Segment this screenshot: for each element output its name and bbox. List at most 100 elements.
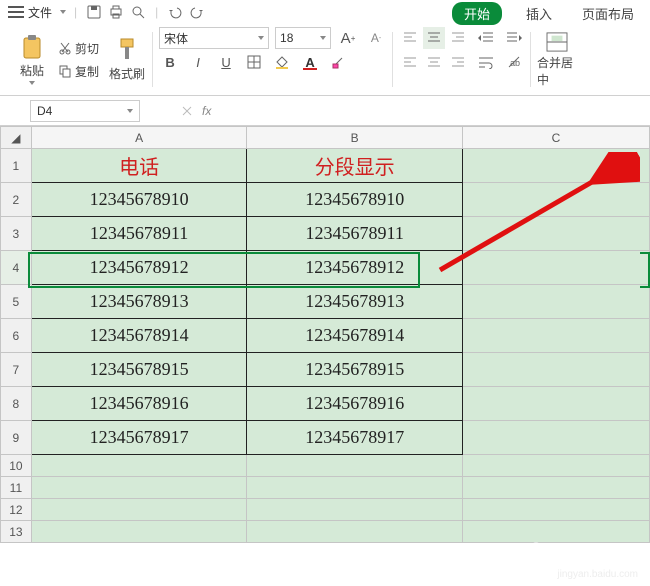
cell-C4[interactable] bbox=[462, 251, 649, 285]
clear-format-button[interactable] bbox=[327, 51, 349, 73]
cell-A2[interactable]: 12345678910 bbox=[31, 183, 247, 217]
row-header[interactable]: 2 bbox=[1, 183, 32, 217]
cell-B6[interactable]: 12345678914 bbox=[247, 319, 463, 353]
cell-C1[interactable] bbox=[462, 149, 649, 183]
column-header-B[interactable]: B bbox=[247, 127, 463, 149]
print-icon[interactable] bbox=[107, 3, 125, 21]
fill-color-button[interactable] bbox=[271, 51, 293, 73]
row-header[interactable]: 4 bbox=[1, 251, 32, 285]
chevron-down-icon[interactable] bbox=[60, 10, 66, 14]
cell-C12[interactable] bbox=[462, 499, 649, 521]
cell-A10[interactable] bbox=[31, 455, 247, 477]
cell-C9[interactable] bbox=[462, 421, 649, 455]
cell-A1[interactable]: 电话 bbox=[31, 149, 247, 183]
cell-C8[interactable] bbox=[462, 387, 649, 421]
cell-B13[interactable] bbox=[247, 521, 463, 543]
row-header[interactable]: 10 bbox=[1, 455, 32, 477]
orientation-button[interactable]: ab bbox=[503, 51, 525, 73]
row-header[interactable]: 6 bbox=[1, 319, 32, 353]
row-header[interactable]: 12 bbox=[1, 499, 32, 521]
underline-button[interactable]: U bbox=[215, 51, 237, 73]
undo-icon[interactable] bbox=[166, 3, 184, 21]
tab-insert[interactable]: 插入 bbox=[520, 2, 558, 25]
redo-icon[interactable] bbox=[188, 3, 206, 21]
wrap-text-button[interactable] bbox=[475, 51, 497, 73]
separator: | bbox=[74, 5, 77, 19]
align-top-left[interactable] bbox=[399, 27, 421, 49]
cell-B3[interactable]: 12345678911 bbox=[247, 217, 463, 251]
row-header[interactable]: 7 bbox=[1, 353, 32, 387]
increase-indent-button[interactable] bbox=[503, 27, 525, 49]
fx-label[interactable]: fx bbox=[202, 104, 211, 118]
cell-A7[interactable]: 12345678915 bbox=[31, 353, 247, 387]
cell-B1[interactable]: 分段显示 bbox=[247, 149, 463, 183]
copy-icon bbox=[58, 64, 72, 78]
align-top-center[interactable] bbox=[423, 27, 445, 49]
cell-B12[interactable] bbox=[247, 499, 463, 521]
cell-B8[interactable]: 12345678916 bbox=[247, 387, 463, 421]
cell-C3[interactable] bbox=[462, 217, 649, 251]
row-header[interactable]: 8 bbox=[1, 387, 32, 421]
cell-A9[interactable]: 12345678917 bbox=[31, 421, 247, 455]
print-preview-icon[interactable] bbox=[129, 3, 147, 21]
bold-button[interactable]: B bbox=[159, 51, 181, 73]
cell-C7[interactable] bbox=[462, 353, 649, 387]
cell-B4[interactable]: 12345678912 bbox=[247, 251, 463, 285]
increase-font-button[interactable]: A+ bbox=[337, 27, 359, 49]
paste-button[interactable]: 粘贴 bbox=[12, 32, 52, 88]
file-menu[interactable]: 文件 bbox=[28, 4, 52, 21]
cell-B10[interactable] bbox=[247, 455, 463, 477]
cell-A3[interactable]: 12345678911 bbox=[31, 217, 247, 251]
spreadsheet[interactable]: ◢ A B C 1 电话 分段显示 2123456789101234567891… bbox=[0, 126, 650, 586]
cell-C6[interactable] bbox=[462, 319, 649, 353]
cell-B9[interactable]: 12345678917 bbox=[247, 421, 463, 455]
hamburger-icon[interactable] bbox=[8, 6, 24, 18]
name-box[interactable]: D4 bbox=[30, 100, 140, 122]
decrease-font-button[interactable]: A- bbox=[365, 27, 387, 49]
font-color-button[interactable]: A bbox=[299, 51, 321, 73]
align-center[interactable] bbox=[423, 51, 445, 73]
align-right[interactable] bbox=[447, 51, 469, 73]
cell-A11[interactable] bbox=[31, 477, 247, 499]
save-icon[interactable] bbox=[85, 3, 103, 21]
merge-center-button[interactable]: 合并居中 bbox=[537, 32, 577, 88]
tab-start[interactable]: 开始 bbox=[452, 2, 502, 25]
cell-C10[interactable] bbox=[462, 455, 649, 477]
cell-A4[interactable]: 12345678912 bbox=[31, 251, 247, 285]
column-header-A[interactable]: A bbox=[31, 127, 247, 149]
cell-B11[interactable] bbox=[247, 477, 463, 499]
cell-B5[interactable]: 12345678913 bbox=[247, 285, 463, 319]
row-header[interactable]: 11 bbox=[1, 477, 32, 499]
italic-button[interactable]: I bbox=[187, 51, 209, 73]
cell-B2[interactable]: 12345678910 bbox=[247, 183, 463, 217]
cell-C2[interactable] bbox=[462, 183, 649, 217]
select-all-corner[interactable]: ◢ bbox=[1, 127, 32, 149]
row-header[interactable]: 9 bbox=[1, 421, 32, 455]
cell-C11[interactable] bbox=[462, 477, 649, 499]
cell-C13[interactable] bbox=[462, 521, 649, 543]
decrease-indent-button[interactable] bbox=[475, 27, 497, 49]
copy-button[interactable]: 复制 bbox=[54, 61, 103, 82]
cancel-icon[interactable] bbox=[180, 104, 194, 118]
cell-B7[interactable]: 12345678915 bbox=[247, 353, 463, 387]
align-top-right[interactable] bbox=[447, 27, 469, 49]
row-header[interactable]: 13 bbox=[1, 521, 32, 543]
cell-A5[interactable]: 12345678913 bbox=[31, 285, 247, 319]
row-header[interactable]: 3 bbox=[1, 217, 32, 251]
cell-A6[interactable]: 12345678914 bbox=[31, 319, 247, 353]
row-header[interactable]: 5 bbox=[1, 285, 32, 319]
cell-A13[interactable] bbox=[31, 521, 247, 543]
format-painter-button[interactable]: 格式刷 bbox=[107, 32, 147, 88]
column-header-C[interactable]: C bbox=[462, 127, 649, 149]
cell-A8[interactable]: 12345678916 bbox=[31, 387, 247, 421]
align-left[interactable] bbox=[399, 51, 421, 73]
tab-page-layout[interactable]: 页面布局 bbox=[576, 2, 640, 25]
font-size-select[interactable]: 18 bbox=[275, 27, 331, 49]
cut-button[interactable]: 剪切 bbox=[54, 38, 103, 59]
cell-A12[interactable] bbox=[31, 499, 247, 521]
font-name-select[interactable]: 宋体 bbox=[159, 27, 269, 49]
row-header[interactable]: 1 bbox=[1, 149, 32, 183]
border-button[interactable] bbox=[243, 51, 265, 73]
cell-C5[interactable] bbox=[462, 285, 649, 319]
spreadsheet-grid[interactable]: ◢ A B C 1 电话 分段显示 2123456789101234567891… bbox=[0, 126, 650, 543]
